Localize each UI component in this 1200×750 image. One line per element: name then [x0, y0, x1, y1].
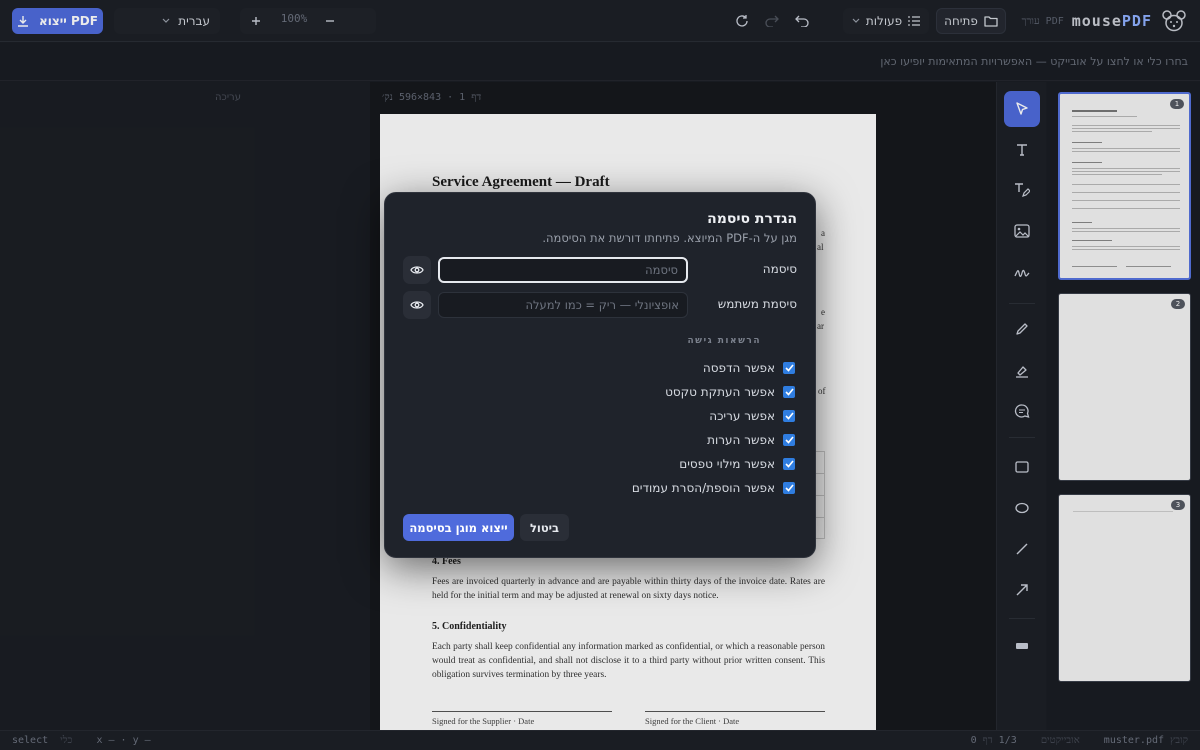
check-icon: [784, 388, 794, 396]
cancel-button[interactable]: ביטול: [520, 514, 569, 541]
dialog-subtitle: מגן על ה-PDF המיוצא. פתיחתו דורשת את הסי…: [542, 231, 797, 245]
permission-copy-text[interactable]: אפשר העתקת טקסט: [665, 384, 795, 400]
show-user-password-button[interactable]: [403, 291, 431, 319]
permission-print[interactable]: אפשר הדפסה: [703, 360, 795, 376]
permission-comments[interactable]: אפשר הערות: [707, 432, 795, 448]
eye-icon: [410, 266, 424, 274]
export-protected-button[interactable]: ייצוא מוגן בסיסמה: [403, 514, 514, 541]
checkbox[interactable]: [783, 434, 795, 446]
permission-edit[interactable]: אפשר עריכה: [709, 408, 795, 424]
dialog-title: הגדרת סיסמה: [707, 211, 797, 227]
check-icon: [784, 484, 794, 492]
eye-icon: [410, 301, 424, 309]
permission-label: אפשר העתקת טקסט: [665, 385, 775, 399]
checkbox[interactable]: [783, 386, 795, 398]
password-dialog: הגדרת סיסמה מגן על ה-PDF המיוצא. פתיחתו …: [384, 192, 816, 558]
permission-pages[interactable]: אפשר הוספת/הסרת עמודים: [632, 480, 795, 496]
check-icon: [784, 436, 794, 444]
checkbox[interactable]: [783, 410, 795, 422]
permission-label: אפשר מילוי טפסים: [679, 457, 775, 471]
checkbox[interactable]: [783, 458, 795, 470]
user-password-label: סיסמת משתמש: [717, 297, 797, 311]
user-password-field[interactable]: [438, 292, 688, 318]
permission-label: אפשר הדפסה: [702, 361, 775, 375]
permission-fill-forms[interactable]: אפשר מילוי טפסים: [679, 456, 795, 472]
permissions-heading: הרשאות גישה: [687, 336, 761, 346]
check-icon: [784, 364, 794, 372]
permission-label: אפשר עריכה: [709, 409, 775, 423]
checkbox[interactable]: [783, 482, 795, 494]
password-field[interactable]: [438, 257, 688, 283]
permission-label: אפשר הערות: [707, 433, 775, 447]
password-label: סיסמה: [762, 262, 797, 276]
check-icon: [784, 412, 794, 420]
permission-label: אפשר הוספת/הסרת עמודים: [631, 481, 775, 495]
show-password-button[interactable]: [403, 256, 431, 284]
check-icon: [784, 460, 794, 468]
checkbox[interactable]: [783, 362, 795, 374]
